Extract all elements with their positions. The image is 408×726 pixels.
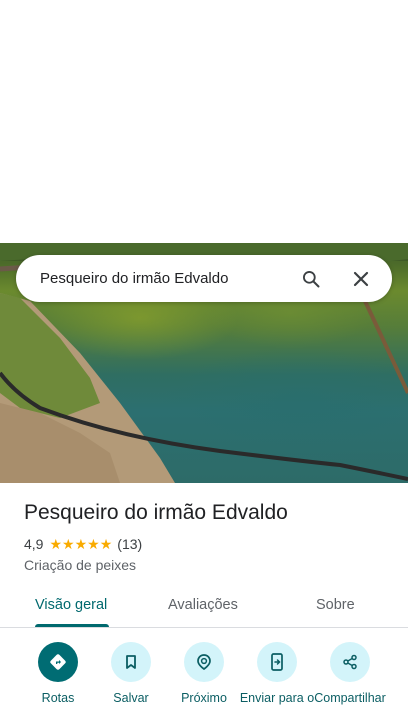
save-label: Salvar — [113, 691, 149, 705]
bookmark-icon — [111, 642, 151, 682]
send-to-phone-icon — [257, 642, 297, 682]
nearby-button[interactable]: Próximo — [164, 642, 244, 706]
nearby-icon — [184, 642, 224, 682]
tab-overview[interactable]: Visão geral — [35, 597, 107, 613]
search-icon[interactable] — [294, 262, 328, 296]
send-to-phone-button[interactable]: Enviar para o — [237, 642, 317, 706]
review-count: (13) — [117, 536, 143, 552]
save-button[interactable]: Salvar — [91, 642, 171, 706]
action-bar: Rotas Salvar Próximo Enviar para o Compa… — [0, 642, 408, 726]
directions-button[interactable]: Rotas — [18, 642, 98, 706]
star-icon: ★ — [74, 536, 88, 552]
nearby-label: Próximo — [181, 691, 227, 705]
share-icon — [330, 642, 370, 682]
place-category: Criação de peixes — [24, 557, 137, 573]
tab-about[interactable]: Sobre — [316, 597, 355, 613]
place-title: Pesqueiro do irmão Edvaldo — [24, 501, 288, 524]
search-bar[interactable]: Pesqueiro do irmão Edvaldo — [16, 255, 392, 302]
star-icon: ★ — [49, 536, 63, 552]
search-input[interactable]: Pesqueiro do irmão Edvaldo — [40, 270, 294, 287]
share-label: Compartilhar — [314, 691, 386, 705]
share-button[interactable]: Compartilhar — [310, 642, 390, 706]
tab-reviews[interactable]: Avaliações — [168, 597, 238, 613]
send-to-phone-label: Enviar para o — [239, 691, 315, 705]
tab-indicator — [35, 624, 109, 627]
directions-icon — [38, 642, 78, 682]
directions-label: Rotas — [41, 691, 75, 705]
star-rating: ★ ★ ★ ★ ★ — [49, 537, 112, 551]
close-icon[interactable] — [344, 262, 378, 296]
star-icon: ★ — [62, 536, 75, 552]
rating-value: 4,9 — [24, 536, 44, 552]
star-icon: ★ — [87, 536, 100, 552]
tab-bar: Visão geral Avaliações Sobre — [0, 588, 408, 628]
rating-row[interactable]: 4,9 ★ ★ ★ ★ ★ (13) — [24, 536, 142, 552]
star-icon: ★ — [99, 536, 113, 552]
